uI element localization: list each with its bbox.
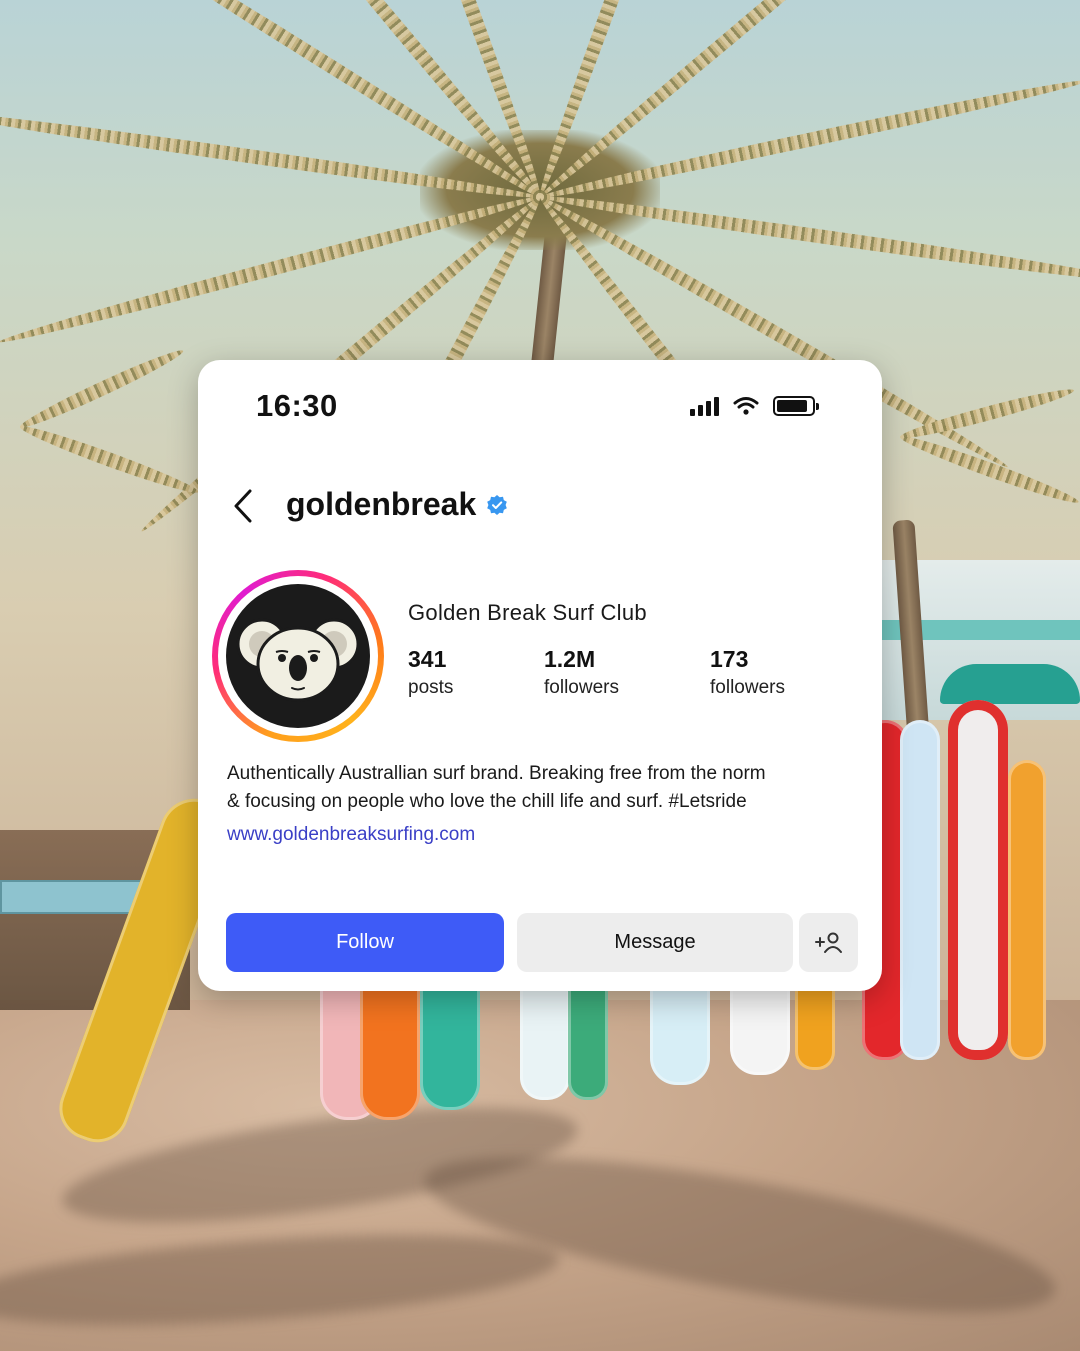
surfboard — [948, 700, 1008, 1060]
status-time: 16:30 — [256, 388, 338, 423]
username: goldenbreak — [286, 486, 477, 522]
stat-following[interactable]: 173 followers — [710, 646, 785, 699]
bio: Authentically Australlian surf brand. Br… — [227, 760, 827, 816]
display-name: Golden Break Surf Club — [408, 600, 647, 625]
chevron-left-icon[interactable] — [228, 486, 262, 526]
stat-posts[interactable]: 341 posts — [408, 646, 453, 699]
koala-logo — [236, 618, 360, 702]
bio-line: & focusing on people who love the chill … — [227, 791, 747, 812]
stat-value: 1.2M — [544, 646, 596, 672]
stat-value: 341 — [408, 646, 447, 672]
stat-label: followers — [710, 677, 785, 698]
stat-label: followers — [544, 677, 619, 698]
website-link[interactable]: www.goldenbreaksurfing.com — [227, 824, 475, 846]
verified-badge-icon — [487, 494, 508, 515]
wifi-icon — [733, 397, 759, 415]
bio-line: Authentically Australlian surf brand. Br… — [227, 763, 766, 784]
story-ring[interactable] — [212, 570, 384, 742]
beach-umbrella — [940, 664, 1080, 704]
status-icons — [690, 396, 819, 416]
message-button[interactable]: Message — [517, 913, 793, 972]
surfboard — [1008, 760, 1046, 1060]
stat-followers[interactable]: 1.2M followers — [544, 646, 619, 699]
add-user-button[interactable] — [799, 913, 858, 972]
profile-header: goldenbreak — [286, 486, 508, 523]
battery-icon — [773, 396, 819, 416]
cellular-signal-icon — [690, 396, 719, 416]
surfboard — [900, 720, 940, 1060]
profile-card: 16:30 goldenbreak Golden Break Surf Club… — [198, 360, 882, 991]
follow-button[interactable]: Follow — [226, 913, 504, 972]
add-user-icon — [814, 932, 842, 953]
stat-label: posts — [408, 677, 454, 698]
avatar — [226, 584, 370, 728]
stat-value: 173 — [710, 646, 749, 672]
